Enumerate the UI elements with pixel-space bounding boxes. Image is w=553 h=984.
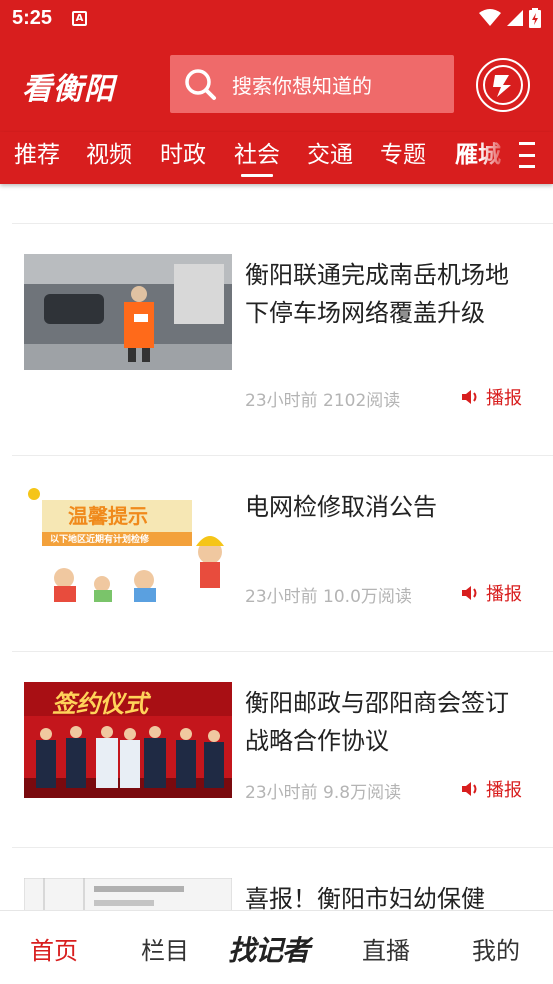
broadcast-button[interactable]: 播报 [460, 776, 522, 802]
notification-a-icon: A [72, 10, 88, 26]
broadcast-label: 播报 [486, 584, 522, 605]
news-reads: 10.0万阅读 [323, 587, 412, 607]
speaker-icon [462, 390, 477, 404]
tab-video[interactable]: 视频 [86, 138, 132, 172]
broadcast-label: 播报 [486, 780, 522, 801]
news-title[interactable]: 喜报！衡阳市妇幼保健 [245, 880, 525, 910]
news-item[interactable]: 喜报！衡阳市妇幼保健 [0, 848, 553, 910]
news-item[interactable]: 签约仪式 衡阳邮政与邵阳商会签订战略合作协议 23小时前 9.8万阅读 播报 [0, 652, 553, 847]
search-icon [182, 66, 218, 102]
news-meta: 23小时前 2102阅读 [245, 386, 400, 411]
nav-live[interactable]: 直播 [362, 931, 410, 966]
news-time: 23小时前 [245, 587, 318, 607]
tab-recommend[interactable]: 推荐 [14, 138, 60, 172]
news-meta: 23小时前 10.0万阅读 [245, 582, 412, 607]
speaker-icon [462, 782, 477, 796]
status-icons [479, 8, 541, 28]
tab-politics[interactable]: 时政 [160, 138, 206, 172]
battery-icon [529, 8, 541, 28]
broadcast-button[interactable]: 播报 [460, 580, 522, 606]
thumb-subline: 以下地区近期有计划检修 [50, 535, 150, 545]
status-time: 5:25 [12, 6, 53, 29]
search-bar[interactable]: 搜索你想知道的 [170, 55, 454, 113]
app-logo: 看衡阳 [22, 72, 115, 107]
active-tab-indicator [241, 174, 273, 177]
news-thumbnail[interactable] [24, 254, 232, 370]
tab-traffic[interactable]: 交通 [307, 138, 353, 172]
thumb-headline: 温馨提示 [68, 504, 148, 528]
tab-menu-icon[interactable] [519, 142, 535, 168]
nav-home[interactable]: 首页 [30, 931, 78, 966]
signal-icon [507, 10, 523, 26]
broadcast-button[interactable]: 播报 [460, 384, 522, 410]
wifi-icon [479, 9, 501, 26]
status-bar: 5:25 A [0, 0, 553, 36]
news-thumbnail[interactable]: 温馨提示 以下地区近期有计划检修 [24, 486, 232, 602]
news-time: 23小时前 [245, 391, 318, 411]
nav-find-reporter[interactable]: 找记者 [228, 929, 310, 969]
search-placeholder: 搜索你想知道的 [232, 73, 372, 98]
category-tabs: 推荐 视频 时政 社会 交通 专题 雁城 [0, 132, 553, 184]
news-feed[interactable]: 衡阳联通完成南岳机场地下停车场网络覆盖升级 23小时前 2102阅读 播报 温馨… [0, 184, 553, 910]
bottom-navigation: 首页 栏目 找记者 直播 我的 [0, 910, 553, 984]
app-screen: 5:25 A 看衡阳 搜索你想知道的 推荐 视频 时政 社会 交通 专题 雁城 … [0, 0, 553, 984]
reporter-badge-icon[interactable] [476, 58, 530, 112]
app-header: 看衡阳 搜索你想知道的 [0, 36, 553, 132]
news-thumbnail[interactable]: 签约仪式 [24, 682, 232, 798]
thumb-headline: 签约仪式 [52, 690, 148, 718]
news-title[interactable]: 衡阳邮政与邵阳商会签订战略合作协议 [245, 684, 525, 760]
news-thumbnail[interactable] [24, 878, 232, 910]
nav-mine[interactable]: 我的 [472, 931, 520, 966]
news-title[interactable]: 电网检修取消公告 [245, 488, 525, 526]
news-item[interactable]: 温馨提示 以下地区近期有计划检修 电网检修取消公告 23小时前 10.0万阅读 … [0, 456, 553, 651]
broadcast-label: 播报 [486, 388, 522, 409]
speaker-icon [462, 586, 477, 600]
news-meta: 23小时前 9.8万阅读 [245, 778, 401, 803]
tab-fade [480, 132, 510, 184]
news-time: 23小时前 [245, 783, 318, 803]
tab-special[interactable]: 专题 [380, 138, 426, 172]
news-reads: 9.8万阅读 [323, 783, 402, 803]
news-item[interactable]: 衡阳联通完成南岳机场地下停车场网络覆盖升级 23小时前 2102阅读 播报 [0, 224, 553, 455]
nav-columns[interactable]: 栏目 [141, 931, 189, 966]
news-title[interactable]: 衡阳联通完成南岳机场地下停车场网络覆盖升级 [245, 256, 525, 332]
news-reads: 2102阅读 [323, 391, 401, 411]
tab-society[interactable]: 社会 [234, 138, 280, 172]
